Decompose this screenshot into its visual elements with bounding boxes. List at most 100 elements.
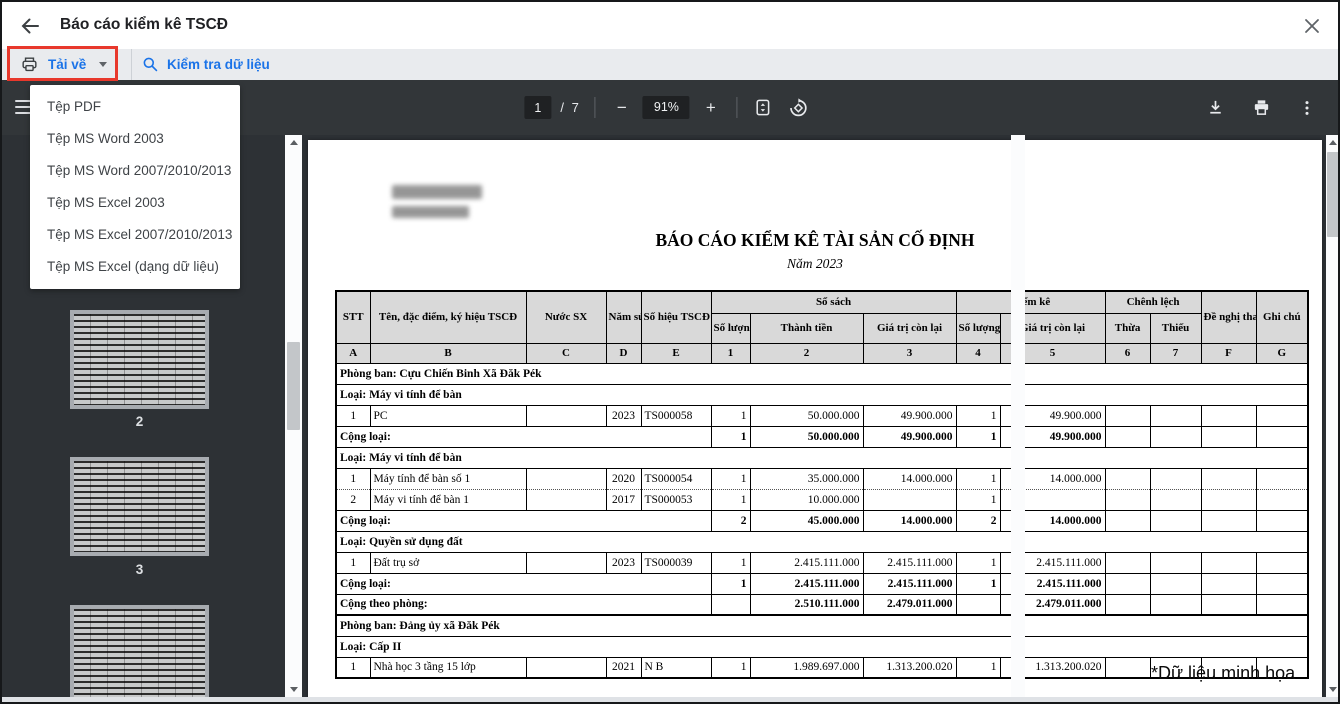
page-thumbnail-2[interactable] bbox=[70, 310, 209, 409]
total-cell: 50.000.000 bbox=[750, 426, 863, 447]
item-cell: PC bbox=[370, 405, 526, 426]
thumbnail-label: 2 bbox=[70, 414, 209, 429]
table-subtotal-row: Cộng loại:245.000.00014.000.000214.000.0… bbox=[336, 510, 1308, 531]
column-letter: G bbox=[1256, 343, 1308, 363]
column-subheader: Thừa bbox=[1105, 313, 1150, 343]
back-button[interactable] bbox=[18, 14, 42, 38]
print-icon bbox=[1252, 98, 1271, 117]
item-cell: 1 bbox=[336, 657, 370, 678]
document-title: BÁO CÁO KIỂM KÊ TÀI SẢN CỐ ĐỊNH bbox=[308, 230, 1322, 251]
item-cell: 14.000.000 bbox=[863, 468, 956, 489]
menu-item-excel-2003[interactable]: Tệp MS Excel 2003 bbox=[30, 187, 240, 219]
menu-item-word-2003[interactable]: Tệp MS Word 2003 bbox=[30, 123, 240, 155]
thumbnail-preview bbox=[74, 609, 205, 697]
page-thumbnail-3[interactable] bbox=[70, 457, 209, 556]
thumbnail-preview bbox=[74, 461, 205, 552]
sample-data-watermark: *Dữ liệu minh họa bbox=[1151, 663, 1295, 684]
item-cell bbox=[1150, 552, 1201, 573]
menu-item-pdf[interactable]: Tệp PDF bbox=[30, 91, 240, 123]
item-cell bbox=[1105, 657, 1150, 678]
rotate-icon bbox=[789, 98, 809, 118]
column-letter: D bbox=[606, 343, 641, 363]
item-cell: 1 bbox=[336, 468, 370, 489]
page-scrollbar[interactable] bbox=[1326, 135, 1340, 697]
item-cell bbox=[1201, 405, 1256, 426]
total-label: Cộng theo phòng: bbox=[336, 594, 711, 615]
column-letter: 6 bbox=[1105, 343, 1150, 363]
column-header: Ghi chú bbox=[1256, 291, 1308, 343]
pdf-toolbar-center: / 7 − 91% + bbox=[524, 80, 809, 135]
total-cell: 1 bbox=[956, 426, 1000, 447]
sidebar-scrollbar-thumb[interactable] bbox=[287, 342, 300, 430]
total-cell bbox=[1105, 510, 1150, 531]
zoom-out-button[interactable]: − bbox=[610, 98, 634, 118]
item-cell: 1 bbox=[956, 552, 1000, 573]
menu-item-excel-2007[interactable]: Tệp MS Excel 2007/2010/2013 bbox=[30, 219, 240, 251]
total-cell: 49.900.000 bbox=[863, 426, 956, 447]
download-icon bbox=[1206, 98, 1225, 117]
item-cell: 1 bbox=[336, 552, 370, 573]
page-scrollbar-thumb[interactable] bbox=[1327, 152, 1339, 237]
download-format-menu: Tệp PDF Tệp MS Word 2003 Tệp MS Word 200… bbox=[30, 85, 240, 289]
page-title: Báo cáo kiểm kê TSCĐ bbox=[60, 2, 228, 48]
triangle-down-icon bbox=[1329, 687, 1337, 692]
table-section-row: Loại: Quyền sử dụng đất bbox=[336, 531, 1308, 552]
column-header: Nước SX bbox=[526, 291, 606, 343]
total-cell: 2.510.111.000 bbox=[750, 594, 863, 615]
scroll-down-arrow[interactable] bbox=[1326, 682, 1340, 697]
sidebar-scrollbar[interactable] bbox=[285, 135, 302, 697]
page-thumbnail-4[interactable] bbox=[70, 605, 209, 697]
item-cell: 49.900.000 bbox=[863, 405, 956, 426]
pdf-viewport: BÁO CÁO KIỂM KÊ TÀI SẢN CỐ ĐỊNH Năm 2023… bbox=[302, 135, 1328, 697]
download-button-label: Tải về bbox=[48, 57, 86, 72]
item-cell bbox=[526, 552, 606, 573]
page-count-label: / 7 bbox=[560, 100, 580, 115]
total-cell bbox=[956, 594, 1000, 615]
item-cell: 1.989.697.000 bbox=[750, 657, 863, 678]
scroll-up-arrow[interactable] bbox=[285, 135, 302, 150]
item-cell bbox=[1201, 552, 1256, 573]
close-button[interactable] bbox=[1300, 14, 1324, 38]
document-subtitle: Năm 2023 bbox=[308, 256, 1322, 272]
column-header: Kiểm kê bbox=[956, 291, 1105, 313]
more-options-button[interactable] bbox=[1296, 97, 1318, 119]
total-cell bbox=[1150, 594, 1201, 615]
item-cell bbox=[1256, 405, 1308, 426]
item-cell: 50.000.000 bbox=[750, 405, 863, 426]
search-icon bbox=[142, 56, 159, 73]
total-cell bbox=[1150, 573, 1201, 594]
column-letter: 3 bbox=[863, 343, 956, 363]
item-cell: N B bbox=[641, 657, 711, 678]
table-subtotal-row: Cộng loại:12.415.111.0002.415.111.00012.… bbox=[336, 573, 1308, 594]
scroll-down-arrow[interactable] bbox=[285, 682, 302, 697]
pdf-toolbar-right bbox=[1204, 80, 1318, 135]
download-file-button[interactable] bbox=[1204, 97, 1226, 119]
total-cell: 14.000.000 bbox=[863, 510, 956, 531]
total-cell bbox=[711, 594, 750, 615]
item-cell: 2020 bbox=[606, 468, 641, 489]
zoom-in-button[interactable]: + bbox=[699, 98, 723, 118]
close-icon bbox=[1300, 14, 1324, 38]
total-cell bbox=[1256, 594, 1308, 615]
scroll-up-arrow[interactable] bbox=[1326, 135, 1340, 150]
item-cell: 1 bbox=[956, 468, 1000, 489]
download-button[interactable]: Tải về bbox=[20, 49, 107, 80]
column-subheader: Số lượng bbox=[711, 313, 750, 343]
item-cell: 2 bbox=[336, 489, 370, 510]
item-cell: Đất trụ sở bbox=[370, 552, 526, 573]
chevron-down-icon bbox=[99, 62, 107, 67]
column-subheader: Thiếu bbox=[1150, 313, 1201, 343]
page-number-input[interactable] bbox=[524, 96, 551, 119]
menu-item-word-2007[interactable]: Tệp MS Word 2007/2010/2013 bbox=[30, 155, 240, 187]
table-dept-total-row: Cộng theo phòng:2.510.111.0002.479.011.0… bbox=[336, 594, 1308, 615]
column-letter: A bbox=[336, 343, 370, 363]
item-cell bbox=[1256, 468, 1308, 489]
rotate-button[interactable] bbox=[788, 97, 810, 119]
horizontal-scrollbar-track[interactable] bbox=[2, 697, 1338, 704]
fit-to-page-button[interactable] bbox=[752, 97, 774, 119]
item-cell: Máy vi tính để bàn 1 bbox=[370, 489, 526, 510]
section-label: Loại: Máy vi tính để bàn bbox=[336, 447, 1308, 468]
verify-data-button[interactable]: Kiểm tra dữ liệu bbox=[142, 49, 270, 80]
print-button[interactable] bbox=[1250, 97, 1272, 119]
menu-item-excel-data[interactable]: Tệp MS Excel (dạng dữ liệu) bbox=[30, 251, 240, 283]
